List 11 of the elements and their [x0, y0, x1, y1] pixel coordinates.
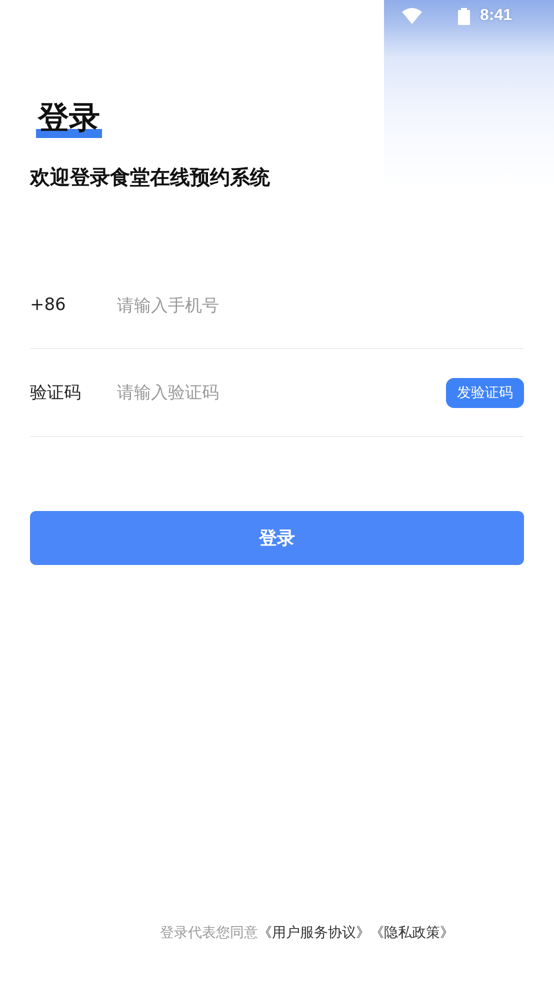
phone-input-field[interactable]: 请输入手机号: [115, 295, 524, 317]
status-time: 8:41: [480, 7, 512, 25]
code-input-field[interactable]: 请输入验证码: [115, 382, 446, 404]
agreement-link[interactable]: 《用户服务协议》: [258, 925, 370, 941]
field-label: +86: [30, 295, 67, 315]
welcome-text: 欢迎登录食堂在线预约系统: [30, 164, 271, 191]
agreement-link[interactable]: 《隐私政策》: [370, 925, 454, 941]
wifi-icon: [402, 8, 422, 24]
send-code-button[interactable]: 发验证码: [446, 378, 524, 408]
agreement-text: 登录代表您同意: [160, 925, 258, 941]
field-label: 验证码: [30, 382, 82, 404]
